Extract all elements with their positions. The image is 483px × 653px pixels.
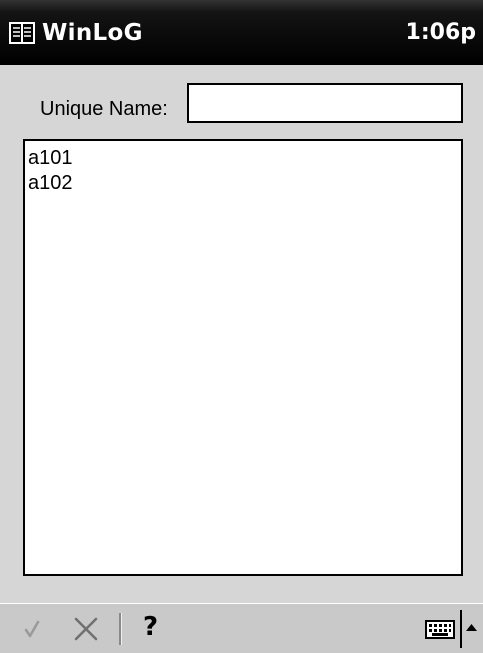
help-icon[interactable]: ? (143, 611, 158, 643)
app-title: WinLoG (42, 20, 143, 46)
keyboard-icon[interactable] (425, 620, 455, 639)
up-arrow-icon[interactable] (465, 622, 478, 632)
x-icon[interactable] (73, 617, 99, 641)
command-bar: ? (0, 603, 483, 653)
list-item-a101[interactable]: a101 (28, 146, 458, 171)
checkmark-icon[interactable] (24, 619, 40, 639)
entries-listbox[interactable]: a101 a102 (23, 139, 463, 576)
form-area: Unique Name: a101 a102 (0, 65, 483, 603)
title-bar: WinLoG 1:06p (0, 0, 483, 65)
unique-name-label: Unique Name: (40, 98, 168, 120)
clock[interactable]: 1:06p (406, 19, 476, 47)
book-icon[interactable] (8, 20, 36, 46)
sip-separator (460, 610, 462, 648)
pocket-pc-screen: WinLoG 1:06p Unique Name: a101 a102 ? (0, 0, 483, 653)
list-item-a102[interactable]: a102 (28, 171, 458, 196)
command-separator (119, 613, 122, 645)
unique-name-input[interactable] (187, 83, 463, 123)
